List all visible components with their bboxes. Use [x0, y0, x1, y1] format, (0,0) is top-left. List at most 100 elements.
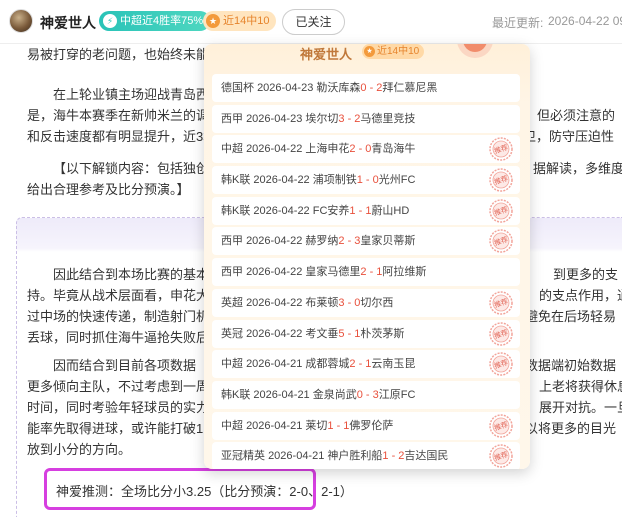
- match-away: 光州FC: [378, 174, 416, 187]
- match-score: 2 - 1: [349, 358, 372, 371]
- match-date: 2026-04-22: [246, 235, 303, 248]
- match-score: 2 - 1: [360, 266, 383, 279]
- match-date: 2026-04-21: [246, 358, 303, 371]
- match-home: 神户胜利船: [327, 450, 383, 463]
- recommend-stamp-icon: 推荐: [489, 137, 513, 162]
- match-score: 2 - 0: [349, 143, 372, 156]
- match-away: 吉达国民: [404, 450, 449, 463]
- match-league: 韩K联: [221, 174, 251, 187]
- match-home: 布莱顿: [305, 296, 339, 309]
- match-home: 上海申花: [305, 143, 350, 156]
- update-label: 最近更新:: [492, 16, 544, 30]
- match-away: 皇家贝蒂斯: [360, 235, 416, 248]
- match-league: 中超: [221, 419, 243, 432]
- match-row[interactable]: 英冠 2026-04-22 考文垂5 - 1朴茨茅斯 推荐: [212, 319, 520, 348]
- match-home: 浦项制铁: [312, 174, 357, 187]
- match-home: FC安养: [312, 204, 350, 217]
- match-date: 2026-04-22: [253, 204, 310, 217]
- match-row[interactable]: 英超 2026-04-22 布莱顿3 - 0切尔西 推荐: [212, 288, 520, 317]
- match-date: 2026-04-23: [246, 112, 303, 125]
- match-score: 1 - 1: [349, 204, 372, 217]
- match-league: 西甲: [221, 112, 243, 125]
- match-league: 韩K联: [221, 388, 251, 401]
- match-row[interactable]: 韩K联 2026-04-22 FC安养1 - 1蔚山HD 推荐: [212, 196, 520, 225]
- win-rate-badge: ⚡ 中超近4胜率75%: [99, 11, 211, 31]
- match-league: 亚冠精英: [221, 450, 265, 463]
- match-away: 青岛海牛: [371, 143, 416, 156]
- author-header: 神爱世人 ⚡ 中超近4胜率75% ★ 近14中10 已关注 最近更新: 2026…: [0, 0, 622, 44]
- match-score: 1 - 0: [356, 174, 379, 187]
- match-row[interactable]: 中超 2026-04-21 莱切1 - 1佛罗伦萨 推荐: [212, 411, 520, 440]
- match-row[interactable]: 中超 2026-04-21 成都蓉城2 - 1云南玉昆 推荐: [212, 350, 520, 379]
- recommend-stamp-icon: 推荐: [489, 444, 513, 468]
- match-league: 中超: [221, 358, 243, 371]
- recommend-stamp-icon: 推荐: [489, 413, 513, 438]
- recommend-stamp-icon: 推荐: [489, 291, 513, 315]
- match-score: 2 - 3: [338, 235, 361, 248]
- match-score: 1 - 2: [382, 450, 405, 463]
- match-date: 2026-04-21: [246, 419, 303, 432]
- match-row[interactable]: 西甲 2026-04-22 皇家马德里2 - 1阿拉维斯: [212, 258, 520, 287]
- star-icon: ★: [364, 46, 375, 57]
- match-league: 英超: [221, 296, 243, 309]
- match-score: 1 - 1: [327, 419, 350, 432]
- follow-button[interactable]: 已关注: [282, 9, 345, 35]
- match-away: 阿拉维斯: [382, 266, 427, 279]
- match-league: 西甲: [221, 266, 243, 279]
- popup-streak-text: 近14中10: [377, 46, 420, 57]
- match-home: 成都蓉城: [305, 358, 350, 371]
- match-home: 莱切: [305, 419, 328, 432]
- match-home: 勒沃库森: [316, 82, 361, 94]
- recommend-stamp-icon: 推荐: [489, 229, 513, 254]
- popup-author: 神爱世人: [300, 47, 353, 62]
- match-score: 0 - 2: [360, 82, 383, 94]
- match-league: 韩K联: [221, 204, 251, 217]
- match-home: 赫罗纳: [305, 235, 339, 248]
- recommend-stamp-icon: 推荐: [489, 321, 513, 346]
- lightning-icon: ⚡: [103, 14, 117, 28]
- match-score: 3 - 2: [338, 112, 361, 125]
- recommend-stamp-icon: 推荐: [489, 199, 513, 223]
- match-away: 江原FC: [378, 388, 416, 401]
- match-away: 朴茨茅斯: [360, 327, 405, 340]
- match-away: 拜仁慕尼黑: [382, 82, 438, 94]
- match-row[interactable]: 中超 2026-04-22 上海申花2 - 0青岛海牛 推荐: [212, 135, 520, 164]
- recommend-stamp-icon: 推荐: [489, 352, 513, 376]
- streak-text: 近14中10: [223, 15, 270, 27]
- match-away: 蔚山HD: [371, 204, 410, 217]
- match-league: 中超: [221, 143, 243, 156]
- match-date: 2026-04-21: [268, 450, 325, 463]
- record-popup: 神爱世人 ★ 近14中10 德国杯 2026-04-23 勒沃库森0 - 2拜仁…: [204, 44, 530, 469]
- match-date: 2026-04-22: [246, 266, 303, 279]
- prediction-text: 神爱推测：全场比分小3.25（比分预演：2-0、2-1）: [56, 484, 353, 499]
- match-away: 云南玉昆: [371, 358, 416, 371]
- match-score: 0 - 3: [356, 388, 379, 401]
- match-away: 切尔西: [360, 296, 394, 309]
- match-away: 佛罗伦萨: [349, 419, 394, 432]
- match-league: 德国杯: [221, 82, 254, 94]
- match-row[interactable]: 西甲 2026-04-22 赫罗纳2 - 3皇家贝蒂斯 推荐: [212, 227, 520, 256]
- star-icon: ★: [206, 14, 220, 28]
- match-row[interactable]: 韩K联 2026-04-21 金泉尚武0 - 3江原FC: [212, 380, 520, 409]
- avatar[interactable]: [9, 9, 33, 33]
- match-row[interactable]: 亚冠精英 2026-04-21 神户胜利船1 - 2吉达国民 推荐: [212, 442, 520, 469]
- match-date: 2026-04-22: [246, 327, 303, 340]
- author-name[interactable]: 神爱世人: [40, 13, 96, 33]
- streak-badge: ★ 近14中10: [203, 11, 277, 31]
- medal-icon: [457, 44, 493, 58]
- win-rate-text: 中超近4胜率75%: [120, 15, 204, 27]
- match-score: 3 - 0: [338, 296, 361, 309]
- match-home: 金泉尚武: [312, 388, 357, 401]
- match-date: 2026-04-22: [253, 174, 310, 187]
- match-row[interactable]: 西甲 2026-04-23 埃尔切3 - 2马德里竞技: [212, 104, 520, 133]
- match-score: 5 - 1: [338, 327, 361, 340]
- match-home: 考文垂: [305, 327, 339, 340]
- popup-streak-badge: ★ 近14中10: [362, 44, 425, 59]
- match-date: 2026-04-22: [246, 296, 303, 309]
- update-time: 2026-04-22 09: [548, 14, 622, 28]
- match-row[interactable]: 德国杯 2026-04-23 勒沃库森0 - 2拜仁慕尼黑: [212, 74, 520, 102]
- match-row[interactable]: 韩K联 2026-04-22 浦项制铁1 - 0光州FC 推荐: [212, 166, 520, 195]
- match-list: 德国杯 2026-04-23 勒沃库森0 - 2拜仁慕尼黑 西甲 2026-04-…: [212, 74, 520, 469]
- match-home: 皇家马德里: [305, 266, 361, 279]
- match-away: 马德里竞技: [360, 112, 416, 125]
